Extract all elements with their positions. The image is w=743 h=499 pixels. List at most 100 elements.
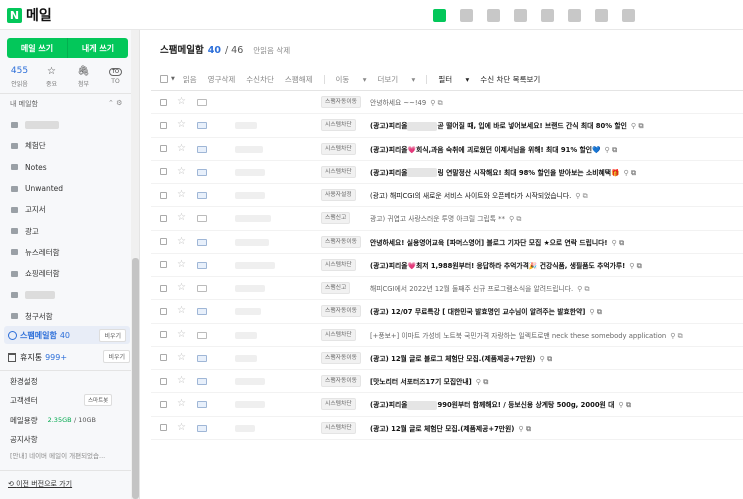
envelope-icon[interactable] xyxy=(197,378,207,385)
sender-redacted[interactable] xyxy=(235,122,257,130)
memo-icon[interactable] xyxy=(480,5,507,25)
folder-item[interactable] xyxy=(0,284,132,305)
support-link[interactable]: 고객센터 xyxy=(10,395,38,406)
notice-link[interactable]: 공지사항 xyxy=(10,434,38,445)
envelope-icon[interactable] xyxy=(197,168,207,176)
search-icon[interactable]: ⚲ xyxy=(589,308,597,316)
table-row[interactable]: ☆ 사용자설정 (광고) 해피CGI의 새로운 서비스 사이트와 오픈베타가 시작되… xyxy=(151,184,743,208)
mail-subject[interactable]: (광고) 12월 글로 체험단 모집.(제품제공+7만원) ⚲ ⧉ xyxy=(370,423,531,434)
table-row[interactable]: ☆ 스팸자동이동 (광고) 12/07 무료특강 [ 대한민국 발효명인 교수님이 … xyxy=(151,300,743,324)
table-row[interactable]: ☆ 스팸신고 해피CGI에서 2022년 12월 둘째주 신규 프로그램소식을 알려… xyxy=(151,277,743,301)
sender-redacted[interactable] xyxy=(235,308,261,316)
envelope-icon[interactable] xyxy=(197,122,207,130)
row-checkbox[interactable] xyxy=(160,377,167,385)
mail-icon[interactable] xyxy=(426,5,453,25)
table-row[interactable]: ☆ 시스템차단 (광고) 12월 글로 체험단 모집.(제품제공+7만원) ⚲ ⧉ xyxy=(151,417,743,440)
star-icon[interactable]: ☆ xyxy=(177,189,186,200)
row-checkbox[interactable] xyxy=(160,331,167,339)
perm-delete-button[interactable]: 영구삭제 xyxy=(208,74,236,85)
mail-subject[interactable]: [맛노리터 서포터즈17기 모집안내] ⚲ ⧉ xyxy=(370,376,488,387)
sender-redacted[interactable] xyxy=(235,424,255,432)
empty-spam-button[interactable]: 비우기 xyxy=(99,329,126,342)
open-new-window-icon[interactable]: ⧉ xyxy=(626,401,631,409)
table-row[interactable]: ☆ 시스템차단 (광고)피리올 곧 떨어질 때, 입에 바로 넣어보세요! 브랜드 간… xyxy=(151,114,743,138)
table-row[interactable]: ☆ 시스템차단 [+풍보+] 이마트 가성비 노트북 국민가격 자랑하는 일렉트로맨… xyxy=(151,324,743,347)
sender-redacted[interactable] xyxy=(235,261,275,269)
envelope-icon[interactable] xyxy=(197,331,207,339)
sidebar-item-trash[interactable]: 휴지통 999+ 비우기 xyxy=(8,349,130,365)
open-new-window-icon[interactable]: ⧉ xyxy=(639,122,644,130)
row-checkbox[interactable] xyxy=(160,400,167,408)
mail-subject[interactable]: (광고) 12월 글로 블로그 체험단 모집.(제품제공+7만원) ⚲ ⧉ xyxy=(370,353,552,364)
open-new-window-icon[interactable]: ⧉ xyxy=(585,285,590,293)
sender-redacted[interactable] xyxy=(235,238,269,246)
search-icon[interactable]: ⚲ xyxy=(577,285,584,293)
search-icon[interactable]: ⚲ xyxy=(430,99,437,107)
row-checkbox[interactable] xyxy=(160,121,167,129)
star-icon[interactable]: ☆ xyxy=(177,96,186,107)
star-icon[interactable]: ☆ xyxy=(177,398,186,409)
open-new-window-icon[interactable]: ⧉ xyxy=(583,192,588,200)
search-icon[interactable]: ⚲ xyxy=(518,425,526,433)
sender-redacted[interactable] xyxy=(235,285,265,292)
row-checkbox[interactable] xyxy=(160,261,167,269)
search-icon[interactable]: ⚲ xyxy=(618,401,626,409)
open-new-window-icon[interactable]: ⧉ xyxy=(612,146,617,154)
mail-subject[interactable]: (광고)피리올 990원부터 함께해요! / 등보신용 상계탕 500g, 200… xyxy=(370,399,631,410)
naver-mail-logo[interactable]: N 메일 xyxy=(7,5,52,25)
mail-subject[interactable]: [+풍보+] 이마트 가성비 노트북 국민가격 자랑하는 일렉트로맨 neck … xyxy=(370,330,683,341)
block-button[interactable]: 수신차단 xyxy=(246,74,274,85)
open-new-window-icon[interactable]: ⧉ xyxy=(438,99,443,107)
unspam-button[interactable]: 스팸해제 xyxy=(285,74,313,85)
envelope-icon[interactable] xyxy=(197,424,207,432)
open-new-window-icon[interactable]: ⧉ xyxy=(631,169,636,177)
notice-text[interactable]: [안내] 네이버 메일이 개편되었습... xyxy=(10,450,128,460)
sender-redacted[interactable] xyxy=(235,331,257,339)
envelope-icon[interactable] xyxy=(197,192,207,199)
folder-item[interactable]: 체험단 xyxy=(0,135,132,156)
to-filter[interactable]: TO TO xyxy=(103,66,128,88)
empty-trash-button[interactable]: 비우기 xyxy=(103,350,130,363)
open-new-window-icon[interactable]: ⧉ xyxy=(678,332,683,340)
mail-subject[interactable]: (광고)피리올 링 연말정산 시작해요! 최대 98% 할인을 받아보는 소비혜택… xyxy=(370,167,636,178)
table-row[interactable]: ☆ 시스템차단 (광고)피리올 링 연말정산 시작해요! 최대 98% 할인을 받아보… xyxy=(151,161,743,184)
bookmark-icon[interactable] xyxy=(615,5,642,25)
search-icon[interactable]: ⚲ xyxy=(629,262,637,270)
previous-version-link[interactable]: ⟲ 이전 버전으로 가기 xyxy=(8,479,72,489)
table-row[interactable]: ☆ 스팸신고 광고) 귀엽고 사랑스러운 투명 아크릴 그립톡 ** ⚲ ⧉ xyxy=(151,207,743,231)
mail-subject[interactable]: (광고) 해피CGI의 새로운 서비스 사이트와 오픈베타가 시작되었습니다. ⚲… xyxy=(370,190,588,201)
mail-subject[interactable]: (광고) 12/07 무료특강 [ 대한민국 발효명인 교수님이 알려주는 발효… xyxy=(370,306,602,317)
row-checkbox[interactable] xyxy=(160,424,167,432)
row-checkbox[interactable] xyxy=(160,354,167,362)
sender-redacted[interactable] xyxy=(235,215,271,223)
envelope-icon[interactable] xyxy=(197,261,207,269)
open-new-window-icon[interactable]: ⧉ xyxy=(516,215,521,223)
search-icon[interactable]: ⚲ xyxy=(670,332,677,340)
row-checkbox[interactable] xyxy=(160,191,167,199)
mail-subject[interactable]: (광고)피리올 곧 떨어질 때, 입에 바로 넣어보세요! 브랜드 간식 최대 8… xyxy=(370,120,644,131)
mail-subject[interactable]: 광고) 귀엽고 사랑스러운 투명 아크릴 그립톡 ** ⚲ ⧉ xyxy=(370,213,521,224)
search-icon[interactable]: ⚲ xyxy=(623,169,631,177)
contacts-icon[interactable] xyxy=(507,5,534,25)
important-filter[interactable]: ☆ 중요 xyxy=(39,66,64,88)
compose-self-button[interactable]: 내게 쓰기 xyxy=(68,38,128,58)
folder-item[interactable]: 쇼핑레터함 xyxy=(0,263,132,284)
open-new-window-icon[interactable]: ⧉ xyxy=(637,262,642,270)
sidebar-item-spam[interactable]: 스팸메일함 40 비우기 xyxy=(4,326,130,344)
sender-redacted[interactable] xyxy=(235,192,265,199)
table-row[interactable]: ☆ 스팸자동이동 안녕하세요 ~~!49 ⚲ ⧉ xyxy=(151,91,743,115)
move-button[interactable]: 이동 ▾ xyxy=(336,74,367,85)
table-row[interactable]: ☆ 시스템차단 (광고)피리올💗최저 1,988원부터! 응답하라 추억가격🎉 건강… xyxy=(151,254,743,277)
envelope-icon[interactable] xyxy=(197,285,207,292)
folder-item[interactable]: 뉴스레터함 xyxy=(0,242,132,263)
mail-subject[interactable]: 안녕하세요! 실용영어교육 [파머스영어] 블로그 기자단 모집 ★으로 연락 … xyxy=(370,237,624,248)
mail-subject[interactable]: 해피CGI에서 2022년 12월 둘째주 신규 프로그램소식을 알려드립니다.… xyxy=(370,283,590,294)
mail-subject[interactable]: 안녕하세요 ~~!49 ⚲ ⧉ xyxy=(370,97,443,108)
table-row[interactable]: ☆ 스팸자동이동 안녕하세요! 실용영어교육 [파머스영어] 블로그 기자단 모집 … xyxy=(151,231,743,254)
sender-redacted[interactable] xyxy=(235,354,257,362)
filter-button[interactable]: 필터 ▾ xyxy=(438,74,469,85)
folder-item[interactable]: 청구서함 xyxy=(0,306,132,327)
envelope-icon[interactable] xyxy=(197,401,207,409)
row-checkbox[interactable] xyxy=(160,168,167,176)
envelope-icon[interactable] xyxy=(197,238,207,246)
